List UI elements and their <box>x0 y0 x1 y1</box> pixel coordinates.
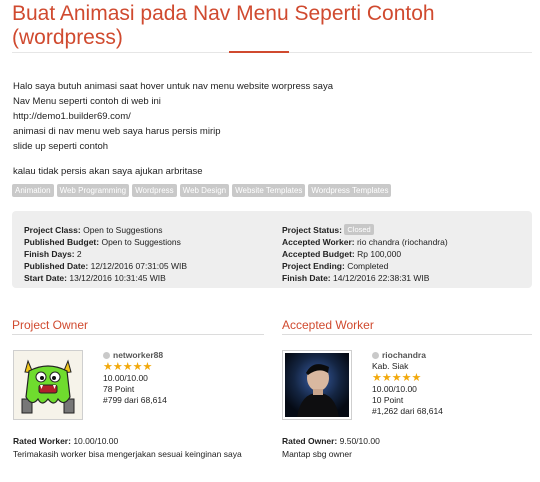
accepted-worker-row: Accepted Worker: rio chandra (riochandra… <box>282 237 448 247</box>
description-line: animasi di nav menu web saya harus persi… <box>13 126 221 137</box>
worker-rating-stars: ★★★★★ <box>372 372 422 384</box>
description-line: Halo saya butuh animasi saat hover untuk… <box>13 81 334 92</box>
tag-wordpress[interactable]: Wordpress <box>132 184 177 197</box>
worker-rating: 10.00/10.00 <box>372 384 417 394</box>
tag-wordpress-templates[interactable]: Wordpress Templates <box>308 184 392 197</box>
rated-worker-label: Rated Worker: <box>13 436 71 446</box>
page-title-line-1: Buat Animasi pada Nav Menu Seperti Conto… <box>12 2 435 25</box>
owner-comment: Terimakasih worker bisa mengerjakan sesu… <box>13 449 242 459</box>
owner-review: Rated Worker: 10.00/10.00 Terimakasih wo… <box>13 435 242 461</box>
accepted-budget-row: Accepted Budget: Rp 100,000 <box>282 249 402 259</box>
project-info-panel: Project Class: Open to Suggestions Publi… <box>12 211 532 288</box>
project-class-row: Project Class: Open to Suggestions <box>24 225 163 235</box>
finish-days-row: Finish Days: 2 <box>24 249 82 259</box>
project-ending-row: Project Ending: Completed <box>282 261 389 271</box>
project-owner-heading: Project Owner <box>12 318 89 332</box>
tag-animation[interactable]: Animation <box>12 184 54 197</box>
tag-list: Animation Web Programming Wordpress Web … <box>12 184 392 197</box>
tag-web-design[interactable]: Web Design <box>179 184 230 197</box>
worker-avatar[interactable] <box>282 350 352 420</box>
rated-owner-value: 9.50/10.00 <box>339 436 380 446</box>
page-title-line-2: (wordpress) <box>12 26 123 49</box>
worker-profile: riochandra Kab. Siak ★★★★★ 10.00/10.00 1… <box>372 350 443 417</box>
owner-profile: networker88 ★★★★★ 10.00/10.00 78 Point #… <box>103 350 167 406</box>
worker-location: Kab. Siak <box>372 361 409 371</box>
worker-review: Rated Owner: 9.50/10.00 Mantap sbg owner <box>282 435 380 461</box>
project-status-row: Project Status: Closed <box>282 224 448 236</box>
title-accent-bar <box>229 51 289 53</box>
accepted-worker-heading: Accepted Worker <box>282 318 374 332</box>
worker-username[interactable]: riochandra <box>382 350 426 361</box>
project-owner-divider <box>12 334 264 335</box>
owner-avatar[interactable] <box>13 350 83 420</box>
description-closing: kalau tidak persis akan saya ajukan arbr… <box>13 166 203 177</box>
monster-avatar-icon <box>14 351 82 419</box>
rated-owner-label: Rated Owner: <box>282 436 338 446</box>
project-description: Halo saya butuh animasi saat hover untuk… <box>13 79 528 179</box>
status-badge: Closed <box>344 224 374 235</box>
rated-worker-value: 10.00/10.00 <box>73 436 119 446</box>
worker-photo-icon <box>285 353 349 417</box>
project-info-left: Project Class: Open to Suggestions Publi… <box>24 224 187 284</box>
worker-rank: #1,262 dari 68,614 <box>372 406 443 416</box>
accepted-worker-divider <box>282 334 532 335</box>
start-date-row: Start Date: 13/12/2016 10:31:45 WIB <box>24 273 166 283</box>
owner-rank: #799 dari 68,614 <box>103 395 167 405</box>
published-budget-row: Published Budget: Open to Suggestions <box>24 237 181 247</box>
tag-website-templates[interactable]: Website Templates <box>232 184 306 197</box>
description-line: slide up seperti contoh <box>13 141 109 152</box>
owner-rating-stars: ★★★★★ <box>103 361 153 373</box>
project-info-right: Project Status: Closed Accepted Worker: … <box>282 224 448 284</box>
owner-username[interactable]: networker88 <box>113 350 163 361</box>
finish-date-row: Finish Date: 14/12/2016 22:38:31 WIB <box>282 273 430 283</box>
worker-comment: Mantap sbg owner <box>282 449 352 459</box>
owner-rating: 10.00/10.00 <box>103 373 148 383</box>
owner-points: 78 Point <box>103 384 135 394</box>
worker-points: 10 Point <box>372 395 404 405</box>
description-line: Nav Menu seperti contoh di web ini <box>13 96 161 107</box>
online-status-dot <box>103 352 110 359</box>
tag-web-programming[interactable]: Web Programming <box>56 184 130 197</box>
published-date-row: Published Date: 12/12/2016 07:31:05 WIB <box>24 261 188 271</box>
online-status-dot <box>372 352 379 359</box>
description-link: http://demo1.builder69.com/ <box>13 111 131 122</box>
page-title: Buat Animasi pada Nav Menu Seperti Conto… <box>12 2 532 50</box>
